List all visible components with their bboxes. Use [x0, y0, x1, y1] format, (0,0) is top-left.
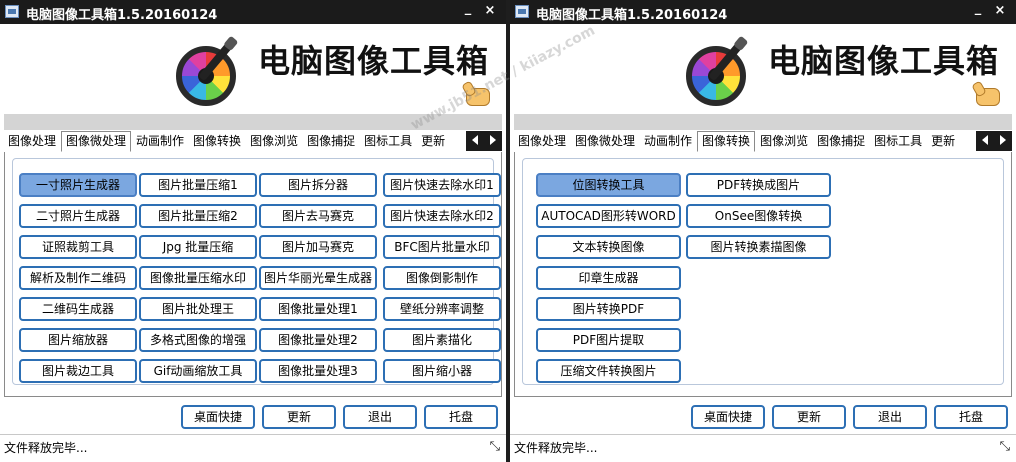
arrow-left-icon[interactable] — [472, 135, 478, 145]
tab-update[interactable]: 更新 — [417, 131, 449, 151]
arrow-right-icon[interactable] — [490, 135, 496, 145]
tab-image-micro[interactable]: 图像微处理 — [61, 131, 132, 152]
arrow-left-icon[interactable] — [982, 135, 988, 145]
tab-image-process[interactable]: 图像处理 — [514, 131, 570, 151]
tool-button[interactable]: 文本转换图像 — [536, 235, 681, 259]
app-icon — [515, 5, 529, 18]
titlebar[interactable]: 电脑图像工具箱1.5.20160124 _ × — [0, 0, 506, 24]
tab-image-micro[interactable]: 图像微处理 — [571, 131, 639, 151]
app-icon — [5, 5, 19, 18]
tool-button[interactable]: 图片裁边工具 — [19, 359, 137, 383]
tab-strip: 图像处理 图像微处理 动画制作 图像转换 图像浏览 图像捕捉 图标工具 更新 — [4, 131, 502, 153]
tab-scroll[interactable] — [976, 131, 1012, 151]
resize-grip-icon[interactable]: ⤡ — [490, 439, 500, 454]
tab-update[interactable]: 更新 — [927, 131, 959, 151]
tab-image-capture[interactable]: 图像捕捉 — [303, 131, 359, 151]
app-name: 电脑图像工具箱 — [768, 42, 1000, 80]
tool-button[interactable]: 图像批量处理3 — [259, 359, 377, 383]
tool-button[interactable]: 图片华丽光晕生成器 — [259, 266, 377, 290]
minimize-icon[interactable]: _ — [970, 1, 986, 17]
tab-image-browse[interactable]: 图像浏览 — [756, 131, 812, 151]
tab-image-capture[interactable]: 图像捕捉 — [813, 131, 869, 151]
tab-image-convert[interactable]: 图像转换 — [189, 131, 245, 151]
desktop-shortcut-button[interactable]: 桌面快捷 — [691, 405, 765, 429]
tool-button[interactable]: 图像批量处理1 — [259, 297, 377, 321]
banner-bar — [514, 114, 1012, 130]
exit-button[interactable]: 退出 — [343, 405, 417, 429]
tool-button[interactable]: AUTOCAD图形转WORD — [536, 204, 681, 228]
window-right: 电脑图像工具箱1.5.20160124 _ × 电脑图像工具箱 图像处理 图像微处… — [510, 0, 1016, 462]
desktop-shortcut-button[interactable]: 桌面快捷 — [181, 405, 255, 429]
status-text: 文件释放完毕... — [514, 441, 598, 455]
tray-button[interactable]: 托盘 — [424, 405, 498, 429]
tool-button[interactable]: 解析及制作二维码 — [19, 266, 137, 290]
tab-panel: 位图转换工具 AUTOCAD图形转WORD 文本转换图像 印章生成器图片转换PDF PD… — [514, 152, 1012, 397]
tool-button[interactable]: 壁纸分辨率调整 — [383, 297, 501, 321]
tool-button[interactable]: PDF转换成图片 — [686, 173, 831, 197]
tool-button[interactable]: 一寸照片生成器 — [19, 173, 137, 197]
tab-panel: 一寸照片生成器 图片批量压缩1 图片拆分器 图片快速去除水印1 二寸照片生成器 图片批量压… — [4, 152, 502, 397]
tool-button[interactable]: 图片批量压缩2 — [139, 204, 257, 228]
close-icon[interactable]: × — [482, 3, 498, 19]
tool-button[interactable]: PDF图片提取 — [536, 328, 681, 352]
tab-animation[interactable]: 动画制作 — [132, 131, 188, 151]
tab-scroll[interactable] — [466, 131, 502, 151]
tool-button[interactable]: 图片快速去除水印2 — [383, 204, 501, 228]
tool-button[interactable]: 图片批处理王 — [139, 297, 257, 321]
arrow-right-icon[interactable] — [1000, 135, 1006, 145]
tool-button[interactable]: 图片批量压缩1 — [139, 173, 257, 197]
exit-button[interactable]: 退出 — [853, 405, 927, 429]
tool-button[interactable]: 二维码生成器 — [19, 297, 137, 321]
tab-strip: 图像处理 图像微处理 动画制作 图像转换 图像浏览 图像捕捉 图标工具 更新 — [514, 131, 1012, 153]
tool-button[interactable]: 图片缩放器 — [19, 328, 137, 352]
tool-button[interactable]: 压缩文件转换图片 — [536, 359, 681, 383]
tool-button[interactable]: 图片缩小器 — [383, 359, 501, 383]
bottom-toolbar: 桌面快捷 更新 退出 托盘 — [510, 405, 1016, 431]
tab-icon-tools[interactable]: 图标工具 — [870, 131, 926, 151]
tool-button[interactable]: 证照裁剪工具 — [19, 235, 137, 259]
window-left: 电脑图像工具箱1.5.20160124 _ × 电脑图像工具箱 图像处理 图像微处… — [0, 0, 506, 462]
tab-image-convert[interactable]: 图像转换 — [697, 131, 756, 152]
tray-button[interactable]: 托盘 — [934, 405, 1008, 429]
tool-button[interactable]: 图片转换PDF — [536, 297, 681, 321]
window-title: 电脑图像工具箱1.5.20160124 — [536, 8, 728, 23]
hand-pointer-icon — [972, 80, 1002, 106]
tool-button[interactable]: 图像批量压缩水印 — [139, 266, 257, 290]
tool-button[interactable]: 多格式图像的增强 — [139, 328, 257, 352]
status-text: 文件释放完毕... — [4, 441, 88, 455]
tool-button[interactable]: 图像批量处理2 — [259, 328, 377, 352]
update-button[interactable]: 更新 — [772, 405, 846, 429]
tools-box: 位图转换工具 AUTOCAD图形转WORD 文本转换图像 印章生成器图片转换PDF PD… — [522, 158, 1004, 385]
tab-animation[interactable]: 动画制作 — [640, 131, 696, 151]
status-bar: 文件释放完毕... ⤡ — [0, 434, 506, 462]
close-icon[interactable]: × — [992, 3, 1008, 19]
tool-button[interactable]: 图片素描化 — [383, 328, 501, 352]
tool-button[interactable]: 图片加马赛克 — [259, 235, 377, 259]
tool-button[interactable]: 图片转换素描图像 — [686, 235, 831, 259]
tool-button[interactable]: BFC图片批量水印 — [383, 235, 501, 259]
tool-button[interactable]: 图片拆分器 — [259, 173, 377, 197]
tool-button[interactable]: OnSee图像转换 — [686, 204, 831, 228]
tool-button[interactable]: 图片快速去除水印1 — [383, 173, 501, 197]
header: 电脑图像工具箱 — [0, 24, 506, 114]
tool-button[interactable]: 图片去马赛克 — [259, 204, 377, 228]
window-title: 电脑图像工具箱1.5.20160124 — [26, 8, 218, 23]
tool-button[interactable]: Gif动画缩放工具 — [139, 359, 257, 383]
tab-image-browse[interactable]: 图像浏览 — [246, 131, 302, 151]
update-button[interactable]: 更新 — [262, 405, 336, 429]
tab-icon-tools[interactable]: 图标工具 — [360, 131, 416, 151]
titlebar[interactable]: 电脑图像工具箱1.5.20160124 _ × — [510, 0, 1016, 24]
resize-grip-icon[interactable]: ⤡ — [1000, 439, 1010, 454]
minimize-icon[interactable]: _ — [460, 1, 476, 17]
tool-button[interactable]: 位图转换工具 — [536, 173, 681, 197]
app-name: 电脑图像工具箱 — [258, 42, 490, 80]
tab-image-process[interactable]: 图像处理 — [4, 131, 60, 151]
tool-button[interactable]: 印章生成器 — [536, 266, 681, 290]
tool-button[interactable]: 图像倒影制作 — [383, 266, 501, 290]
tool-button[interactable]: Jpg 批量压缩 — [139, 235, 257, 259]
tools-box: 一寸照片生成器 图片批量压缩1 图片拆分器 图片快速去除水印1 二寸照片生成器 图片批量压… — [12, 158, 501, 385]
tool-button[interactable]: 二寸照片生成器 — [19, 204, 137, 228]
bottom-toolbar: 桌面快捷 更新 退出 托盘 — [0, 405, 506, 431]
status-bar: 文件释放完毕... ⤡ — [510, 434, 1016, 462]
